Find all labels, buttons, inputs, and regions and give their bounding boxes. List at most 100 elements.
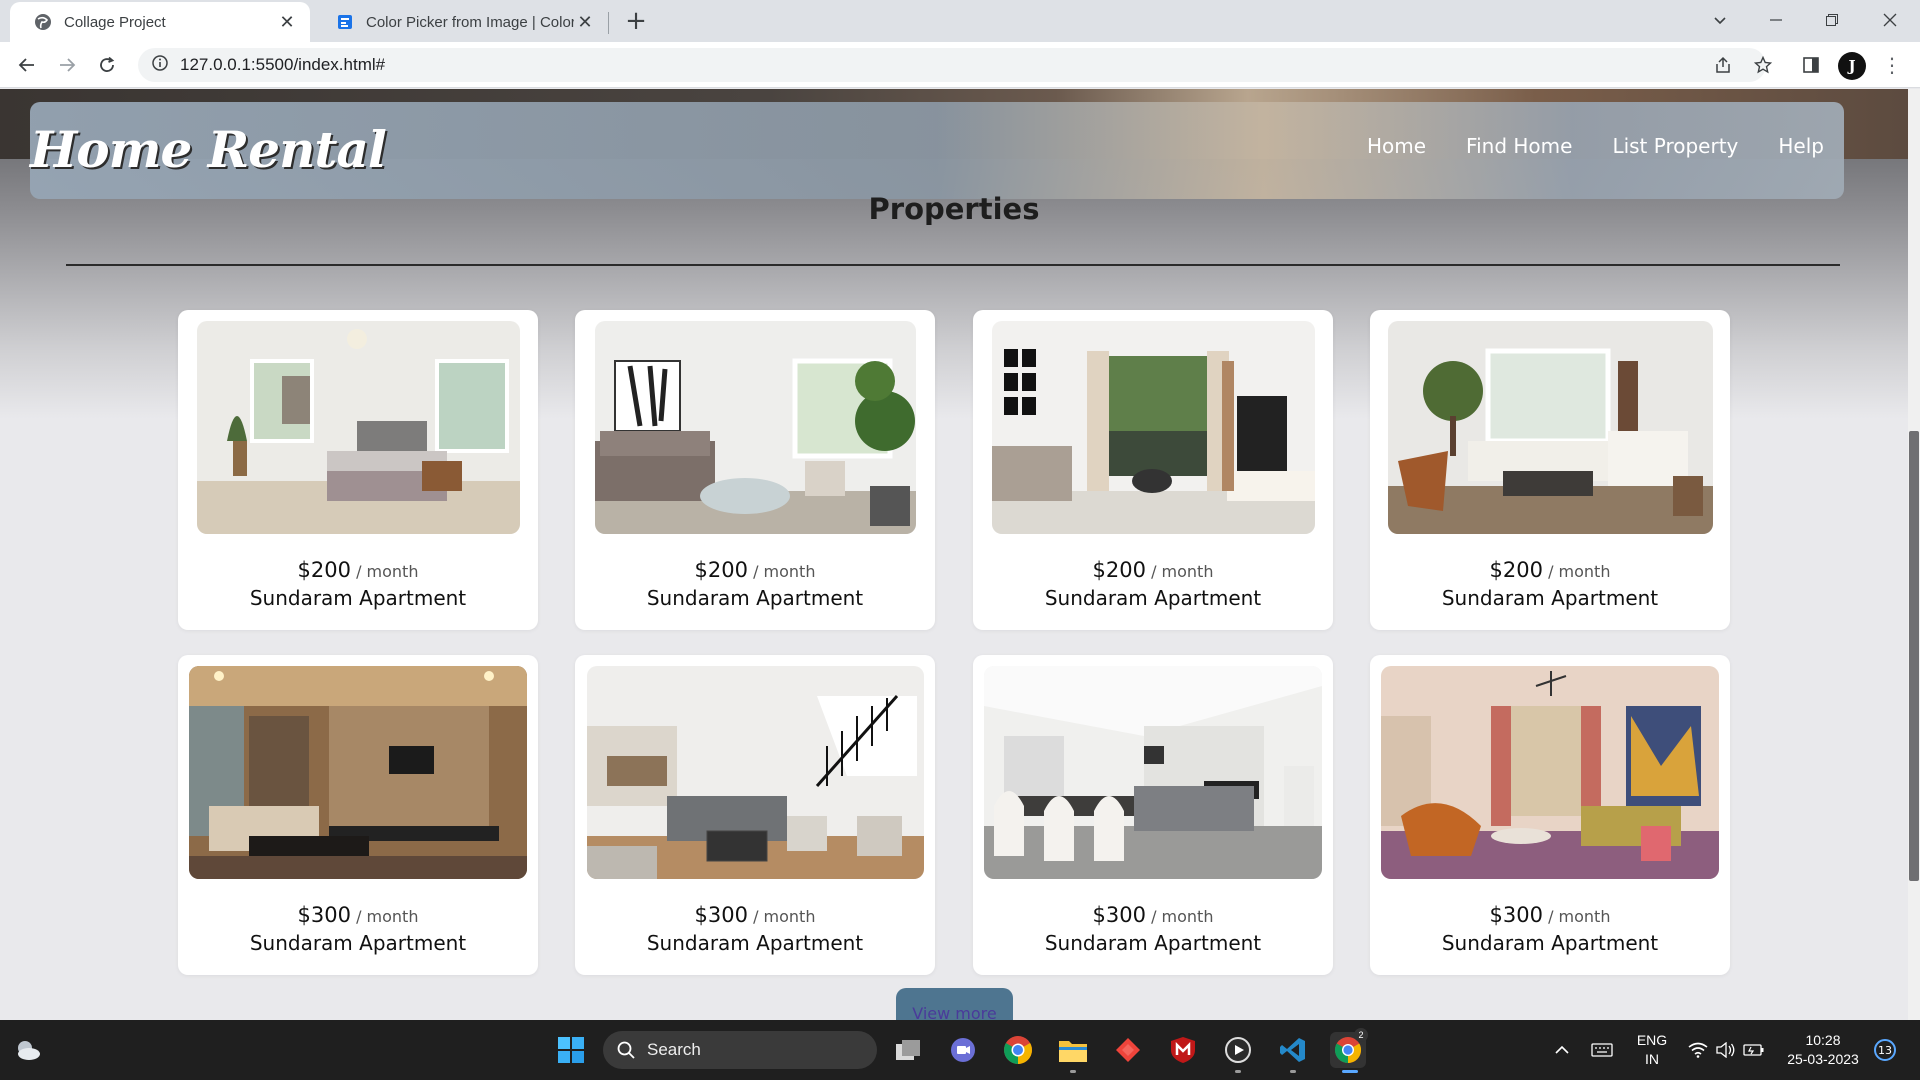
property-card[interactable]: $200 / month Sundaram Apartment <box>178 310 538 630</box>
chevron-up-icon[interactable] <box>1550 1020 1574 1080</box>
anydesk-icon[interactable] <box>1110 1032 1146 1068</box>
property-card[interactable]: $200 / month Sundaram Apartment <box>575 310 935 630</box>
new-tab-icon[interactable]: + <box>622 8 650 36</box>
price-line: $300 / month <box>1370 903 1730 927</box>
close-window-icon[interactable] <box>1866 4 1914 36</box>
taskbar-search[interactable]: Search <box>603 1031 877 1069</box>
volume-icon[interactable] <box>1712 1020 1740 1080</box>
running-indicator <box>1235 1070 1241 1073</box>
property-photo-living-room-warm-lights[interactable] <box>189 666 527 879</box>
main-nav: Home Find Home List Property Help <box>1367 134 1824 158</box>
share-icon[interactable] <box>1708 50 1738 80</box>
price: $300 <box>1489 903 1543 927</box>
property-photo-living-room-bright[interactable] <box>595 321 916 534</box>
kebab-menu-icon[interactable]: ⋮ <box>1880 50 1904 80</box>
clock[interactable]: 10:28 25-03-2023 <box>1778 1020 1868 1080</box>
site-info-icon[interactable] <box>152 55 168 75</box>
close-tab-icon[interactable]: ✕ <box>276 11 298 33</box>
side-panel-icon[interactable] <box>1796 50 1826 80</box>
nav-help[interactable]: Help <box>1778 134 1824 158</box>
property-name: Sundaram Apartment <box>1044 586 1262 610</box>
scrollbar-thumb[interactable] <box>1909 431 1919 881</box>
section-divider <box>66 264 1840 266</box>
nav-home[interactable]: Home <box>1367 134 1426 158</box>
property-card[interactable]: $300 / month Sundaram Apartment <box>575 655 935 975</box>
close-tab-icon[interactable]: ✕ <box>574 11 596 33</box>
price: $300 <box>1092 903 1146 927</box>
media-player-icon[interactable] <box>1220 1032 1256 1068</box>
property-photo-living-room-sectional[interactable] <box>1388 321 1713 534</box>
property-name: Sundaram Apartment <box>1044 931 1262 955</box>
price-period: / month <box>356 907 419 926</box>
browser-tab-bar: Collage Project ✕ Color Picker from Imag… <box>0 0 1920 42</box>
price-period: / month <box>356 562 419 581</box>
property-photo-dining-living[interactable] <box>984 666 1322 879</box>
search-icon <box>617 1041 635 1059</box>
property-name: Sundaram Apartment <box>1441 586 1659 610</box>
property-photo-colorful-lounge[interactable] <box>1381 666 1719 879</box>
section-title: Properties <box>868 192 1040 226</box>
page-scrollbar[interactable] <box>1908 89 1920 1020</box>
nav-find-home[interactable]: Find Home <box>1466 134 1572 158</box>
property-card[interactable]: $300 / month Sundaram Apartment <box>973 655 1333 975</box>
tab-search-chevron-icon[interactable] <box>1696 4 1744 36</box>
tab-title: Collage Project <box>64 13 166 31</box>
task-view-icon[interactable] <box>890 1032 926 1068</box>
color-picker-favicon <box>336 13 354 31</box>
property-card[interactable]: $200 / month Sundaram Apartment <box>1370 310 1730 630</box>
price-line: $300 / month <box>973 903 1333 927</box>
vscode-icon[interactable] <box>1275 1032 1311 1068</box>
property-photo-open-plan-staircase[interactable] <box>587 666 924 879</box>
profile-avatar[interactable]: J <box>1838 52 1866 80</box>
mcafee-icon[interactable] <box>1165 1032 1201 1068</box>
file-explorer-icon[interactable] <box>1055 1032 1091 1068</box>
tab-collage-project[interactable]: Collage Project ✕ <box>10 2 310 42</box>
battery-icon[interactable] <box>1740 1020 1768 1080</box>
back-arrow-icon[interactable] <box>12 50 42 80</box>
clock-date: 25-03-2023 <box>1787 1051 1859 1067</box>
reload-icon[interactable] <box>92 50 122 80</box>
page-viewport: Home Rental Home Find Home List Property… <box>0 89 1920 1020</box>
price: $200 <box>1489 558 1543 582</box>
address-bar[interactable]: 127.0.0.1:5500/index.html# <box>138 48 1766 82</box>
restore-icon[interactable] <box>1808 4 1856 36</box>
language-code: ENG <box>1636 1032 1668 1048</box>
tab-title: Color Picker from Image | Color Picker <box>366 13 574 31</box>
price-period: / month <box>1548 562 1611 581</box>
notification-badge[interactable]: 13 <box>1874 1039 1896 1061</box>
bookmark-star-icon[interactable] <box>1748 50 1778 80</box>
price: $200 <box>1092 558 1146 582</box>
price-line: $200 / month <box>178 558 538 582</box>
wifi-icon[interactable] <box>1684 1020 1712 1080</box>
property-name: Sundaram Apartment <box>249 586 467 610</box>
view-more-button[interactable]: View more <box>896 988 1013 1020</box>
region-code: IN <box>1645 1051 1659 1067</box>
forward-arrow-icon[interactable] <box>52 50 82 80</box>
price-line: $300 / month <box>575 903 935 927</box>
property-name: Sundaram Apartment <box>646 931 864 955</box>
price: $200 <box>694 558 748 582</box>
price-period: / month <box>1548 907 1611 926</box>
minimize-icon[interactable] <box>1752 4 1800 36</box>
price: $200 <box>297 558 351 582</box>
active-indicator <box>1342 1070 1358 1073</box>
property-card[interactable]: $300 / month Sundaram Apartment <box>178 655 538 975</box>
running-indicator <box>1290 1070 1296 1073</box>
tab-color-picker[interactable]: Color Picker from Image | Color Picker ✕ <box>312 2 608 42</box>
property-card[interactable]: $200 / month Sundaram Apartment <box>973 310 1333 630</box>
language-indicator[interactable]: ENG IN <box>1630 1020 1674 1080</box>
property-photo-bedroom[interactable] <box>197 321 520 534</box>
chrome-active-icon[interactable]: 2 <box>1330 1028 1368 1068</box>
property-photo-living-room-tv[interactable] <box>992 321 1315 534</box>
chrome-icon[interactable] <box>1000 1032 1036 1068</box>
chrome-badge: 2 <box>1354 1028 1368 1042</box>
globe-icon <box>34 13 52 31</box>
running-indicator <box>1070 1070 1076 1073</box>
keyboard-icon[interactable] <box>1588 1020 1616 1080</box>
site-logo[interactable]: Home Rental <box>30 120 387 179</box>
windows-start-icon[interactable] <box>553 1032 589 1068</box>
weather-icon[interactable] <box>10 1032 46 1068</box>
teams-chat-icon[interactable] <box>945 1032 981 1068</box>
property-card[interactable]: $300 / month Sundaram Apartment <box>1370 655 1730 975</box>
nav-list-property[interactable]: List Property <box>1612 134 1738 158</box>
